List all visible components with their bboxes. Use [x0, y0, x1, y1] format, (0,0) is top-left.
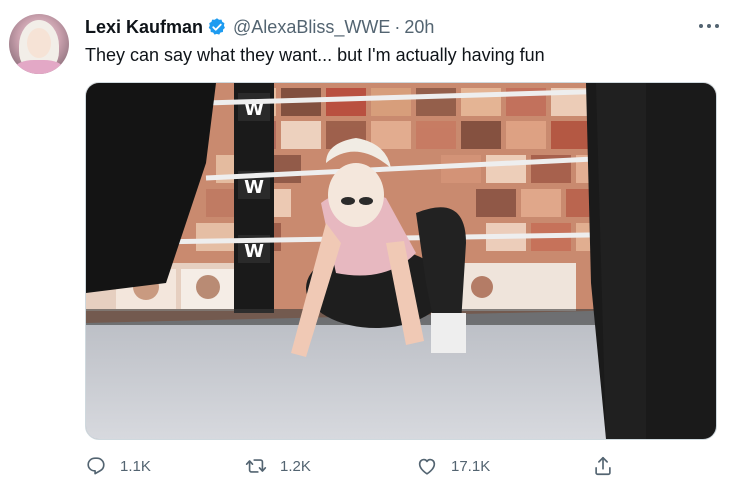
separator-dot: · [394, 16, 401, 37]
reply-button[interactable]: 1.1K [85, 452, 151, 480]
retweet-count: 1.2K [280, 457, 311, 475]
reply-count: 1.1K [120, 457, 151, 475]
wwe-logo-mark: W [244, 241, 264, 262]
tweet-actions: 1.1K 1.2K 17.1K [85, 452, 645, 480]
tweet-header: Lexi Kaufman @AlexaBliss_WWE · 20h [85, 16, 434, 38]
display-name[interactable]: Lexi Kaufman [85, 17, 203, 38]
like-button[interactable]: 17.1K [416, 452, 490, 480]
tweet-card[interactable]: Lexi Kaufman @AlexaBliss_WWE · 20h They … [0, 0, 737, 493]
more-options-button[interactable] [694, 16, 724, 36]
tweet-text: They can say what they want... but I'm a… [85, 45, 545, 65]
more-dots-icon [699, 24, 719, 28]
heart-icon [418, 458, 436, 475]
avatar[interactable] [9, 14, 69, 74]
like-count: 17.1K [451, 457, 491, 475]
reply-icon [87, 457, 105, 475]
verified-badge-icon [207, 17, 227, 37]
share-button[interactable] [592, 452, 614, 480]
tweet-media-image[interactable]: W W W [85, 82, 717, 440]
tweet-timestamp[interactable]: 20h [404, 17, 434, 38]
retweet-button[interactable]: 1.2K [245, 452, 311, 480]
share-icon [595, 456, 611, 476]
user-handle[interactable]: @AlexaBliss_WWE [233, 17, 390, 38]
avatar-shirt [15, 60, 63, 74]
avatar-face [27, 28, 51, 58]
wwe-logo-mark: W [244, 177, 264, 198]
retweet-icon [245, 459, 267, 473]
